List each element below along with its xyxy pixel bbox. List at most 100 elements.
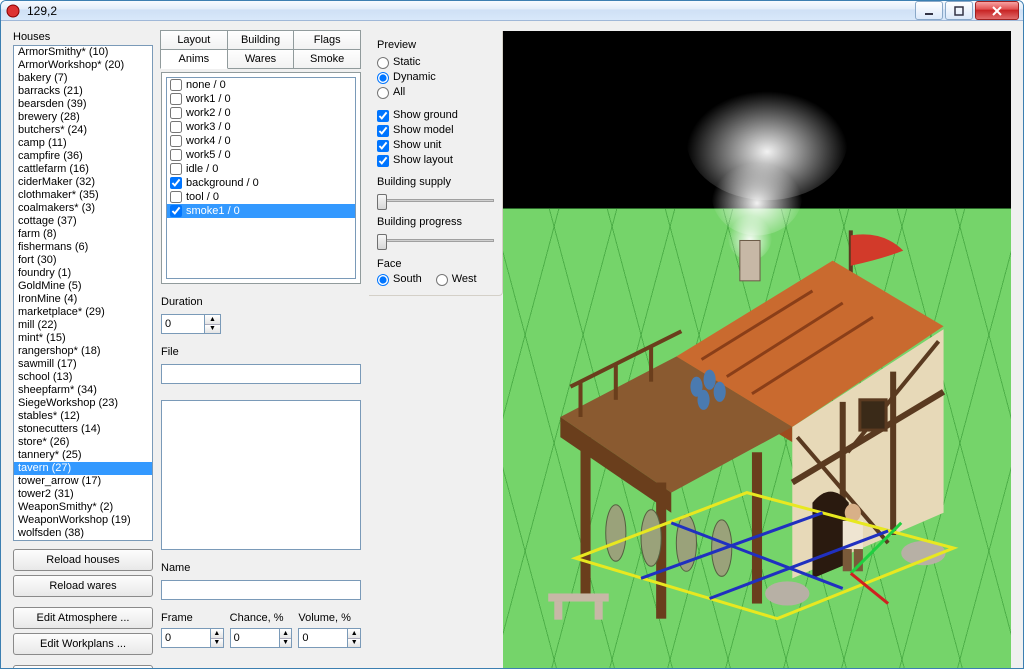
houses-item[interactable]: fort (30) xyxy=(14,254,152,267)
preview-mode-all[interactable]: All xyxy=(377,85,494,100)
volume-spinner[interactable]: ▲▼ xyxy=(298,628,361,648)
houses-item[interactable]: campfire (36) xyxy=(14,150,152,163)
houses-item[interactable]: fishermans (6) xyxy=(14,241,152,254)
show-layout-check[interactable]: Show layout xyxy=(377,153,494,168)
anim-checkbox[interactable] xyxy=(170,149,182,161)
tab-smoke[interactable]: Smoke xyxy=(293,49,361,69)
houses-item[interactable]: bakery (7) xyxy=(14,72,152,85)
tab-layout[interactable]: Layout xyxy=(160,30,228,50)
houses-item[interactable]: ciderMaker (32) xyxy=(14,176,152,189)
preview-mode-dynamic[interactable]: Dynamic xyxy=(377,70,494,85)
anim-checkbox[interactable] xyxy=(170,205,182,217)
anim-item[interactable]: work1 / 0 xyxy=(167,92,355,106)
houses-item[interactable]: stonecutters (14) xyxy=(14,423,152,436)
houses-item[interactable]: camp (11) xyxy=(14,137,152,150)
reload-houses-button[interactable]: Reload houses xyxy=(13,549,153,571)
volume-input[interactable] xyxy=(298,628,348,648)
houses-listbox[interactable]: ArmorSmithy* (10)ArmorWorkshop* (20)bake… xyxy=(13,45,153,541)
tab-building[interactable]: Building xyxy=(227,30,295,50)
client-area: Houses ArmorSmithy* (10)ArmorWorkshop* (… xyxy=(1,21,1023,669)
anim-item[interactable]: idle / 0 xyxy=(167,162,355,176)
houses-item[interactable]: wolfsden (38) xyxy=(14,527,152,540)
houses-item[interactable]: cattlefarm (16) xyxy=(14,163,152,176)
houses-item[interactable]: tavern (27) xyxy=(14,462,152,475)
houses-item[interactable]: tannery* (25) xyxy=(14,449,152,462)
houses-item[interactable]: barracks (21) xyxy=(14,85,152,98)
houses-item[interactable]: farm (8) xyxy=(14,228,152,241)
duration-spinner[interactable]: ▲▼ xyxy=(161,314,223,334)
frame-input[interactable] xyxy=(161,628,211,648)
anim-checkbox[interactable] xyxy=(170,135,182,147)
tab-anims[interactable]: Anims xyxy=(160,49,228,69)
show-ground-check[interactable]: Show ground xyxy=(377,108,494,123)
houses-item[interactable]: cottage (37) xyxy=(14,215,152,228)
reload-wares-button[interactable]: Reload wares xyxy=(13,575,153,597)
houses-item[interactable]: school (13) xyxy=(14,371,152,384)
anim-item[interactable]: background / 0 xyxy=(167,176,355,190)
anim-checkbox[interactable] xyxy=(170,163,182,175)
show-unit-check[interactable]: Show unit xyxy=(377,138,494,153)
tab-flags[interactable]: Flags xyxy=(293,30,361,50)
spin-buttons[interactable]: ▲▼ xyxy=(205,314,221,334)
anim-item[interactable]: work4 / 0 xyxy=(167,134,355,148)
anim-item[interactable]: tool / 0 xyxy=(167,190,355,204)
houses-item[interactable]: clothmaker* (35) xyxy=(14,189,152,202)
anim-checkbox[interactable] xyxy=(170,177,182,189)
houses-item[interactable]: coalmakers* (3) xyxy=(14,202,152,215)
houses-item[interactable]: mint* (15) xyxy=(14,332,152,345)
progress-slider[interactable] xyxy=(377,230,494,250)
maximize-button[interactable] xyxy=(945,1,973,20)
anim-checkbox[interactable] xyxy=(170,121,182,133)
name-input[interactable] xyxy=(161,580,361,600)
houses-item[interactable]: SiegeWorkshop (23) xyxy=(14,397,152,410)
close-button[interactable] xyxy=(975,1,1019,20)
frame-spinner[interactable]: ▲▼ xyxy=(161,628,224,648)
preview-panel: Preview Static Dynamic All Show ground S… xyxy=(369,31,503,296)
anim-item[interactable]: work5 / 0 xyxy=(167,148,355,162)
file-input[interactable] xyxy=(161,364,361,384)
edit-atmosphere-button[interactable]: Edit Atmosphere ... xyxy=(13,607,153,629)
houses-item[interactable]: sheepfarm* (34) xyxy=(14,384,152,397)
houses-item[interactable]: GoldMine (5) xyxy=(14,280,152,293)
face-west[interactable]: West xyxy=(436,272,477,287)
houses-item[interactable]: rangershop* (18) xyxy=(14,345,152,358)
anim-checkbox[interactable] xyxy=(170,79,182,91)
houses-item[interactable]: bearsden (39) xyxy=(14,98,152,111)
viewport-3d[interactable] xyxy=(503,31,1011,669)
houses-item[interactable]: IronMine (4) xyxy=(14,293,152,306)
tab-wares[interactable]: Wares xyxy=(227,49,295,69)
houses-item[interactable]: store* (26) xyxy=(14,436,152,449)
anim-item[interactable]: work3 / 0 xyxy=(167,120,355,134)
anim-checkbox[interactable] xyxy=(170,107,182,119)
houses-item[interactable]: marketplace* (29) xyxy=(14,306,152,319)
houses-item[interactable]: stables* (12) xyxy=(14,410,152,423)
houses-item[interactable]: ArmorWorkshop* (20) xyxy=(14,59,152,72)
titlebar[interactable]: 129,2 xyxy=(1,1,1023,21)
houses-item[interactable]: foundry (1) xyxy=(14,267,152,280)
supply-slider[interactable] xyxy=(377,190,494,210)
houses-item[interactable]: butchers* (24) xyxy=(14,124,152,137)
houses-item[interactable]: tower_arrow (17) xyxy=(14,475,152,488)
show-model-check[interactable]: Show model xyxy=(377,123,494,138)
houses-item[interactable]: mill (22) xyxy=(14,319,152,332)
save-houses-button[interactable]: Save houses.xml xyxy=(13,665,153,669)
anim-checkbox[interactable] xyxy=(170,93,182,105)
chance-input[interactable] xyxy=(230,628,280,648)
houses-item[interactable]: ArmorSmithy* (10) xyxy=(14,46,152,59)
houses-item[interactable]: WeaponSmithy* (2) xyxy=(14,501,152,514)
anim-checkbox[interactable] xyxy=(170,191,182,203)
houses-item[interactable]: sawmill (17) xyxy=(14,358,152,371)
anim-item[interactable]: none / 0 xyxy=(167,78,355,92)
houses-item[interactable]: brewery (28) xyxy=(14,111,152,124)
face-south[interactable]: South xyxy=(377,272,422,287)
edit-workplans-button[interactable]: Edit Workplans ... xyxy=(13,633,153,655)
houses-item[interactable]: WeaponWorkshop (19) xyxy=(14,514,152,527)
duration-input[interactable] xyxy=(161,314,205,334)
houses-item[interactable]: tower2 (31) xyxy=(14,488,152,501)
anim-item[interactable]: smoke1 / 0 xyxy=(167,204,355,218)
preview-mode-static[interactable]: Static xyxy=(377,55,494,70)
anims-listbox[interactable]: none / 0work1 / 0work2 / 0work3 / 0work4… xyxy=(166,77,356,279)
anim-item[interactable]: work2 / 0 xyxy=(167,106,355,120)
chance-spinner[interactable]: ▲▼ xyxy=(230,628,293,648)
minimize-button[interactable] xyxy=(915,1,943,20)
